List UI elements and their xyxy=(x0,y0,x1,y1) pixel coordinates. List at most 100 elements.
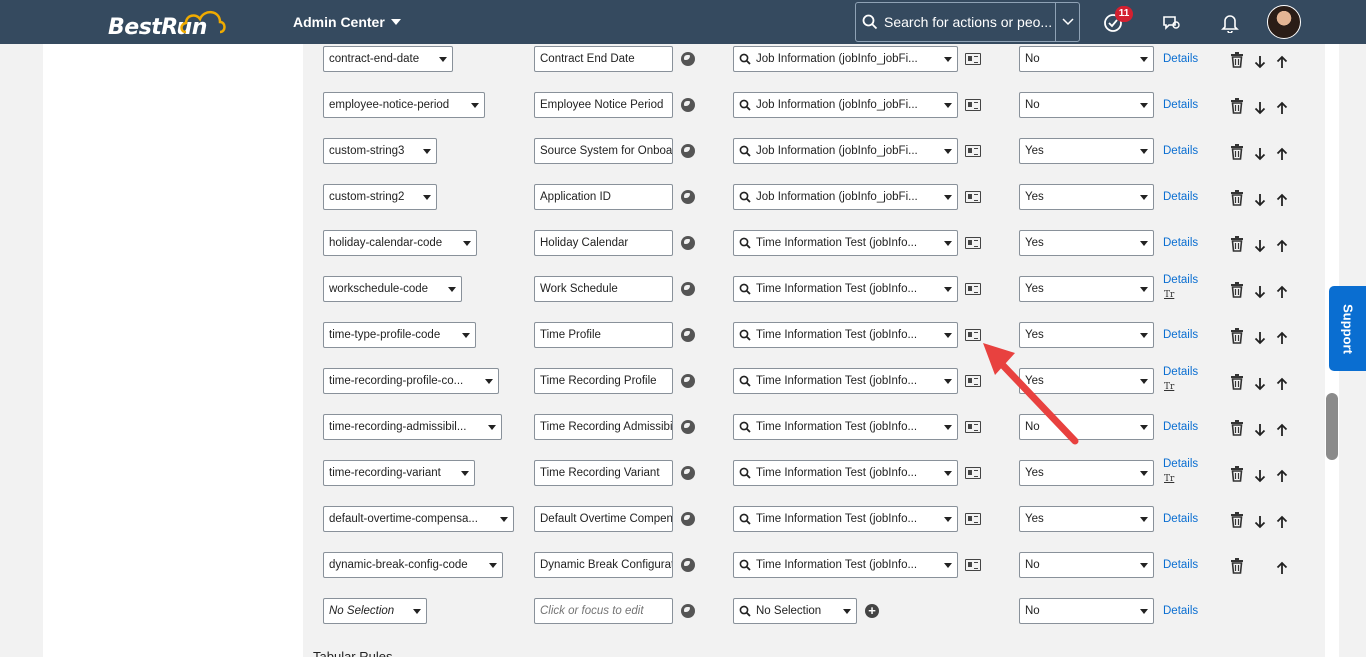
arrow-down-icon[interactable] xyxy=(1252,53,1268,71)
trash-icon[interactable] xyxy=(1229,97,1245,115)
details-link[interactable]: Details xyxy=(1163,605,1198,617)
arrow-down-icon[interactable] xyxy=(1252,191,1268,209)
arrow-down-icon[interactable] xyxy=(1252,421,1268,439)
visibility-select[interactable]: No xyxy=(1019,552,1154,578)
business-card-icon[interactable] xyxy=(965,53,981,65)
details-link[interactable]: Details xyxy=(1163,513,1198,525)
source-lookup-select[interactable]: Time Information Test (jobInfo... xyxy=(733,552,958,578)
arrow-up-icon[interactable] xyxy=(1274,513,1290,531)
search-field[interactable]: Search for actions or peo... xyxy=(855,2,1080,42)
field-label-input[interactable]: Contract End Date xyxy=(534,46,673,72)
visibility-select[interactable]: No xyxy=(1019,598,1154,624)
field-label-input[interactable]: Default Overtime Compensation xyxy=(534,506,673,532)
field-id-select[interactable]: employee-notice-period xyxy=(323,92,485,118)
arrow-down-icon[interactable] xyxy=(1252,145,1268,163)
translation-link[interactable]: Tr xyxy=(1164,474,1174,484)
globe-icon[interactable] xyxy=(681,144,695,158)
source-lookup-select[interactable]: Job Information (jobInfo_jobFi... xyxy=(733,184,958,210)
translation-link[interactable]: Tr xyxy=(1164,290,1174,300)
arrow-up-icon[interactable] xyxy=(1274,467,1290,485)
trash-icon[interactable] xyxy=(1229,235,1245,253)
globe-icon[interactable] xyxy=(681,52,695,66)
arrow-up-icon[interactable] xyxy=(1274,421,1290,439)
field-label-input[interactable]: Time Recording Profile xyxy=(534,368,673,394)
business-card-icon[interactable] xyxy=(965,421,981,433)
visibility-select[interactable]: Yes xyxy=(1019,506,1154,532)
field-label-input[interactable]: Time Profile xyxy=(534,322,673,348)
globe-icon[interactable] xyxy=(681,328,695,342)
feedback-button[interactable] xyxy=(1160,12,1182,34)
details-link[interactable]: Details xyxy=(1163,145,1198,157)
visibility-select[interactable]: No xyxy=(1019,92,1154,118)
trash-icon[interactable] xyxy=(1229,557,1245,575)
field-id-select[interactable]: No Selection xyxy=(323,598,427,624)
arrow-up-icon[interactable] xyxy=(1274,375,1290,393)
business-card-icon[interactable] xyxy=(965,559,981,571)
source-lookup-select[interactable]: Time Information Test (jobInfo... xyxy=(733,368,958,394)
field-id-select[interactable]: custom-string2 xyxy=(323,184,437,210)
business-card-icon[interactable] xyxy=(965,375,981,387)
business-card-icon[interactable] xyxy=(965,283,981,295)
arrow-up-icon[interactable] xyxy=(1274,283,1290,301)
source-lookup-select[interactable]: Time Information Test (jobInfo... xyxy=(733,276,958,302)
trash-icon[interactable] xyxy=(1229,511,1245,529)
field-label-input[interactable]: Application ID xyxy=(534,184,673,210)
details-link[interactable]: Details xyxy=(1163,458,1198,470)
admin-center-menu[interactable]: Admin Center xyxy=(293,14,401,30)
business-card-icon[interactable] xyxy=(965,145,981,157)
globe-icon[interactable] xyxy=(681,98,695,112)
trash-icon[interactable] xyxy=(1229,373,1245,391)
field-label-input[interactable]: Source System for Onboarding xyxy=(534,138,673,164)
details-link[interactable]: Details xyxy=(1163,366,1198,378)
source-lookup-select[interactable]: Job Information (jobInfo_jobFi... xyxy=(733,138,958,164)
source-lookup-select[interactable]: Job Information (jobInfo_jobFi... xyxy=(733,92,958,118)
field-label-input[interactable]: Dynamic Break Configuration xyxy=(534,552,673,578)
globe-icon[interactable] xyxy=(681,282,695,296)
globe-icon[interactable] xyxy=(681,604,695,618)
arrow-up-icon[interactable] xyxy=(1274,329,1290,347)
trash-icon[interactable] xyxy=(1229,465,1245,483)
user-avatar[interactable] xyxy=(1267,5,1301,39)
details-link[interactable]: Details xyxy=(1163,53,1198,65)
notifications-button[interactable] xyxy=(1219,12,1241,34)
field-label-input[interactable]: Employee Notice Period xyxy=(534,92,673,118)
field-label-input[interactable]: Time Recording Variant xyxy=(534,460,673,486)
arrow-up-icon[interactable] xyxy=(1274,99,1290,117)
visibility-select[interactable]: No xyxy=(1019,46,1154,72)
details-link[interactable]: Details xyxy=(1163,421,1198,433)
trash-icon[interactable] xyxy=(1229,51,1245,69)
support-button[interactable]: Support xyxy=(1329,286,1366,371)
visibility-select[interactable]: Yes xyxy=(1019,138,1154,164)
details-link[interactable]: Details xyxy=(1163,237,1198,249)
source-lookup-select[interactable]: Time Information Test (jobInfo... xyxy=(733,460,958,486)
globe-icon[interactable] xyxy=(681,420,695,434)
arrow-up-icon[interactable] xyxy=(1274,53,1290,71)
trash-icon[interactable] xyxy=(1229,327,1245,345)
globe-icon[interactable] xyxy=(681,374,695,388)
field-label-input[interactable]: Work Schedule xyxy=(534,276,673,302)
search-scope-dropdown[interactable] xyxy=(1055,3,1079,41)
globe-icon[interactable] xyxy=(681,236,695,250)
details-link[interactable]: Details xyxy=(1163,191,1198,203)
field-id-select[interactable]: time-type-profile-code xyxy=(323,322,476,348)
arrow-down-icon[interactable] xyxy=(1252,329,1268,347)
arrow-down-icon[interactable] xyxy=(1252,283,1268,301)
source-lookup-select[interactable]: Time Information Test (jobInfo... xyxy=(733,322,958,348)
trash-icon[interactable] xyxy=(1229,143,1245,161)
visibility-select[interactable]: Yes xyxy=(1019,276,1154,302)
field-id-select[interactable]: holiday-calendar-code xyxy=(323,230,477,256)
field-id-select[interactable]: time-recording-variant xyxy=(323,460,475,486)
source-lookup-select[interactable]: Job Information (jobInfo_jobFi... xyxy=(733,46,958,72)
business-card-icon[interactable] xyxy=(965,99,981,111)
field-id-select[interactable]: time-recording-profile-co... xyxy=(323,368,499,394)
details-link[interactable]: Details xyxy=(1163,559,1198,571)
globe-icon[interactable] xyxy=(681,190,695,204)
arrow-up-icon[interactable] xyxy=(1274,145,1290,163)
scrollbar-thumb[interactable] xyxy=(1326,393,1338,460)
globe-icon[interactable] xyxy=(681,512,695,526)
field-label-input[interactable]: Time Recording Admissibility xyxy=(534,414,673,440)
trash-icon[interactable] xyxy=(1229,419,1245,437)
field-id-select[interactable]: contract-end-date xyxy=(323,46,453,72)
arrow-down-icon[interactable] xyxy=(1252,99,1268,117)
arrow-down-icon[interactable] xyxy=(1252,375,1268,393)
